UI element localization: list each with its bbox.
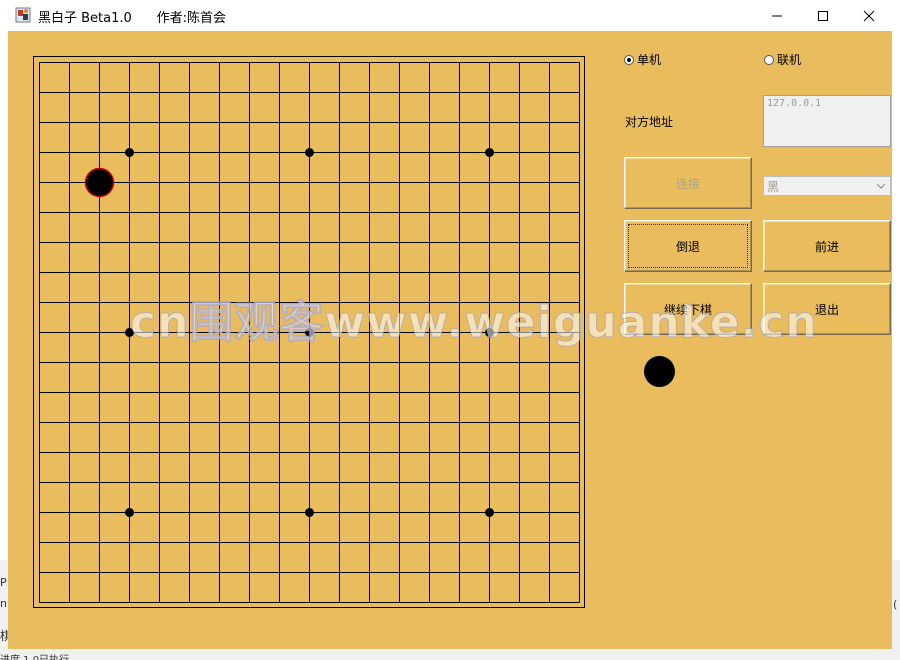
star-point [485,508,494,517]
star-point [305,508,314,517]
app-icon [15,7,31,23]
star-point [305,148,314,157]
undo-button[interactable]: 倒退 [624,220,752,272]
window-title: 黑白子 Beta1.0 作者:陈首会 [38,11,226,26]
star-point [125,148,134,157]
star-point [485,148,494,157]
minimize-button[interactable] [754,0,800,31]
bg-fragment: ( [893,598,898,611]
background-window-left: P n 棋 [0,560,12,660]
minimize-icon [772,15,782,16]
forward-button[interactable]: 前进 [763,220,891,272]
background-window-right: ( [892,560,900,649]
title-bar[interactable]: 黑白子 Beta1.0 作者:陈首会 [0,0,900,31]
continue-button[interactable]: 继续下棋 [624,283,752,335]
address-input[interactable]: 127.0.0.1 [763,95,891,147]
background-window-bottom: 进度 1.0已执行 [0,649,900,660]
exit-button[interactable]: 退出 [763,283,891,335]
stone-color-value: 黑 [767,179,780,194]
focus-ring [628,224,748,268]
radio-indicator [764,54,774,65]
address-label: 对方地址 [625,115,674,129]
go-board[interactable] [33,56,585,608]
board-stones [84,167,115,198]
star-point [305,328,314,337]
chevron-down-icon [876,183,886,189]
star-point [485,328,494,337]
stone-color-select[interactable]: 黑 [763,176,891,196]
star-point [125,508,134,517]
mode-online-label: 联机 [777,53,802,67]
connect-button[interactable]: 连接 [624,157,752,209]
bg-fragment: P [0,576,7,589]
radio-indicator [624,54,634,65]
maximize-icon [818,10,828,21]
bg-fragment: n [0,597,7,610]
star-point [125,328,134,337]
black-stone[interactable] [84,167,115,198]
mode-single-label: 单机 [637,53,662,67]
mode-online-radio[interactable]: 联机 [764,51,801,68]
mode-single-radio[interactable]: 单机 [624,51,661,68]
bg-fragment: 进度 1.0已执行 [0,651,69,660]
turn-indicator-stone [644,356,675,387]
close-button[interactable] [846,0,892,31]
maximize-button[interactable] [800,0,846,31]
close-icon [863,10,875,21]
